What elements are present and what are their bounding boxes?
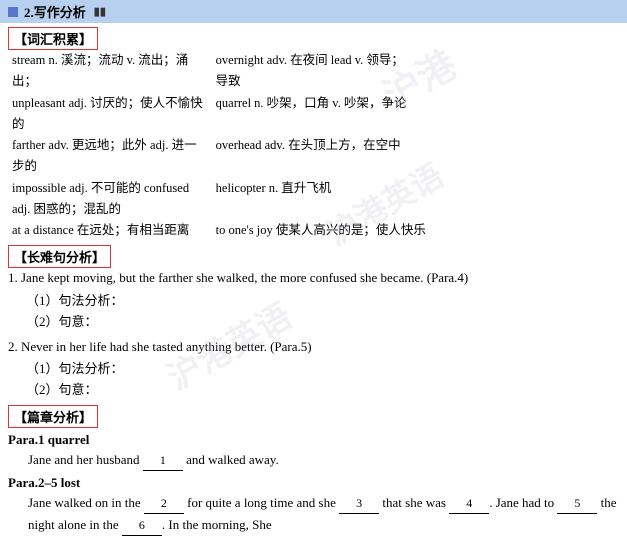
sentence-sub1-label-1: （1）句法分析： xyxy=(26,293,124,308)
vocab-entry-6 xyxy=(415,93,619,136)
para2-title: Para.2–5 lost xyxy=(8,475,619,491)
sentence-sub1-1: （1）句法分析： xyxy=(8,291,619,312)
sentence-sub2-label-2: （2）句意： xyxy=(26,382,98,397)
long-sentence-title: 【长难句分析】 xyxy=(8,245,111,268)
blank-5: 5 xyxy=(557,493,597,514)
vocab-entry-9 xyxy=(415,135,619,178)
sentence-num-1: 1. xyxy=(8,270,18,285)
sentence-num-2: 2. xyxy=(8,339,18,354)
sentence-item-1: 1. Jane kept moving, but the farther she… xyxy=(8,268,619,289)
article-header: 【篇章分析】 xyxy=(8,405,619,428)
vocab-entry-1: stream n. 溪流；流动 v. 流出；涌出； xyxy=(8,50,212,93)
sentence-sub1-2: （1）句法分析： xyxy=(8,359,619,380)
sentence-sub2-1: （2）句意： xyxy=(8,312,619,333)
long-sentence-section: 【长难句分析】 1. Jane kept moving, but the far… xyxy=(0,243,627,403)
vocab-entry-7: farther adv. 更远地；此外 adj. 进一步的 xyxy=(8,135,212,178)
para1-body: Jane and her husband 1 and walked away. xyxy=(8,449,619,471)
top-bar-icon xyxy=(8,7,18,17)
blank-3: 3 xyxy=(339,493,379,514)
sentence-text-1: Jane kept moving, but the farther she wa… xyxy=(21,270,468,285)
blank-2: 2 xyxy=(144,493,184,514)
article-section: 【篇章分析】 Para.1 quarrel Jane and her husba… xyxy=(0,403,627,538)
para1-title: Para.1 quarrel xyxy=(8,432,619,448)
vocab-entry-12: at a distance 在远处；有相当距离 xyxy=(8,220,212,241)
top-bar: 2.写作分析 ▮▮ xyxy=(0,0,627,23)
sentence-text-2: Never in her life had she tasted anythin… xyxy=(21,339,312,354)
vocab-title: 【词汇积累】 xyxy=(8,27,98,50)
sentence-sub2-2: （2）句意： xyxy=(8,380,619,401)
long-sentence-header: 【长难句分析】 xyxy=(8,245,619,268)
sentence-sub1-label-2: （1）句法分析： xyxy=(26,361,124,376)
vocab-section: 【词汇积累】 stream n. 溪流；流动 v. 流出；涌出； overnig… xyxy=(0,23,627,243)
vocab-header: 【词汇积累】 xyxy=(8,27,619,50)
blank-1: 1 xyxy=(143,450,183,471)
vocab-entry-2: overnight adv. 在夜间 lead v. 领导；导致 xyxy=(212,50,416,93)
vocab-entry-3 xyxy=(415,50,619,93)
article-title: 【篇章分析】 xyxy=(8,405,98,428)
sentence-item-2: 2. Never in her life had she tasted anyt… xyxy=(8,337,619,358)
top-bar-squares: ▮▮ xyxy=(94,5,106,18)
vocab-entry-11: helicopter n. 直升飞机 xyxy=(212,178,619,221)
vocab-entry-4: unpleasant adj. 讨厌的；使人不愉快的 xyxy=(8,93,212,136)
vocab-entry-13: to one's joy 使某人高兴的是；使人快乐 xyxy=(212,220,619,241)
sentence-sub2-label-1: （2）句意： xyxy=(26,314,98,329)
blank-4: 4 xyxy=(449,493,489,514)
top-bar-label: 2.写作分析 xyxy=(24,2,86,21)
vocab-grid: stream n. 溪流；流动 v. 流出；涌出； overnight adv.… xyxy=(8,50,619,241)
para2-body: Jane walked on in the 2 for quite a long… xyxy=(8,492,619,536)
vocab-entry-10: impossible adj. 不可能的 confused adj. 困惑的；混… xyxy=(8,178,212,221)
vocab-entry-8: overhead adv. 在头顶上方，在空中 xyxy=(212,135,416,178)
vocab-entry-5: quarrel n. 吵架，口角 v. 吵架，争论 xyxy=(212,93,416,136)
